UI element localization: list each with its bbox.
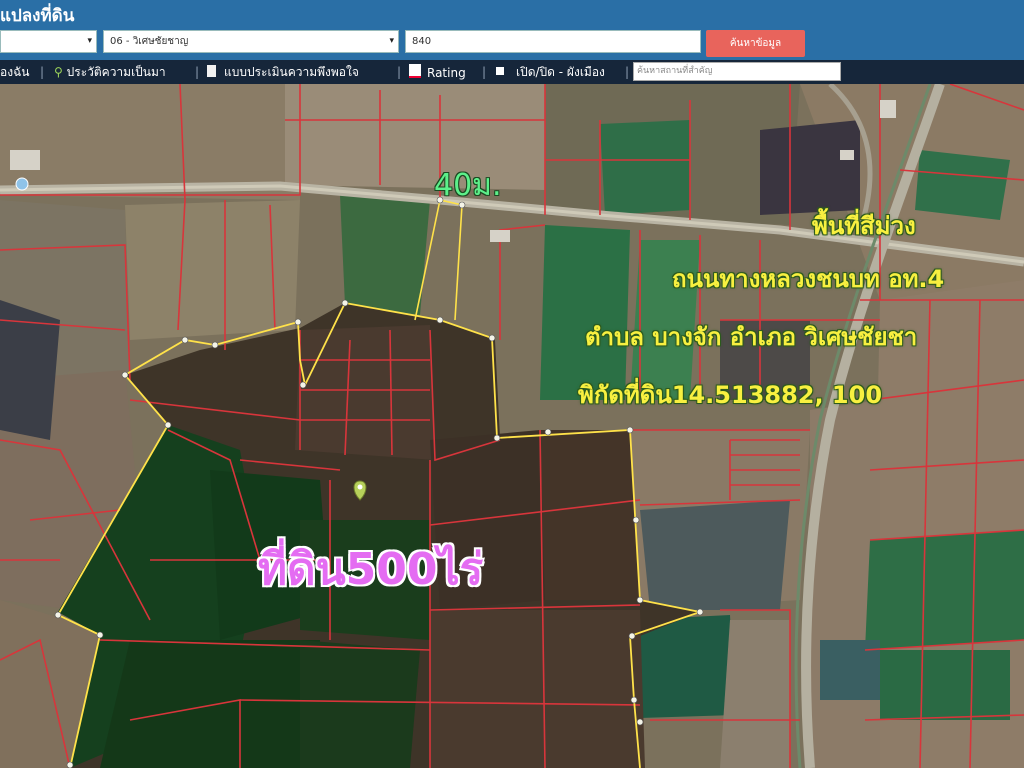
chart-icon (409, 64, 421, 78)
toolbar-divider: | (195, 65, 200, 79)
satellite-map (0, 84, 1024, 768)
toolbar-divider: | (482, 65, 487, 79)
toolbar-item-label: เปิด/ปิด - ผังเมือง (516, 65, 605, 79)
parcel-number-input[interactable]: 840 (405, 30, 701, 53)
search-button[interactable]: ค้นหาข้อมูล (706, 30, 805, 57)
toolbar-divider: | (625, 65, 630, 79)
map-view[interactable]: 40ม. พื้นที่สีม่วง ถนนทางหลวงชนบท อท.4 ต… (0, 84, 1024, 768)
info-line-area: พื้นที่สีม่วง (812, 212, 916, 240)
toolbar-item-label: แบบประเมินความพึงพอใจ (224, 65, 359, 79)
chevron-down-icon: ▾ (389, 36, 394, 46)
district-select[interactable]: ▾ (0, 30, 97, 53)
toolbar-divider: | (397, 65, 402, 79)
toolbar-item-survey[interactable]: แบบประเมินความพึงพอใจ (207, 64, 359, 80)
subdistrict-select-value: 06 - วิเศษชัยชาญ (110, 36, 189, 47)
document-icon (207, 65, 216, 77)
page-title: แปลงที่ดิน (0, 6, 75, 26)
toolbar-item-zoning-toggle[interactable]: เปิด/ปิด - ผังเมือง (496, 64, 605, 80)
info-line-coordinates: พิกัดที่ดิน14.513882, 100 (578, 381, 883, 409)
place-search-input[interactable]: ค้นหาสถานที่สำคัญ (633, 62, 841, 81)
toolbar-item-label: ประวัติความเป็นมา (66, 65, 166, 79)
chevron-down-icon: ▾ (87, 36, 92, 46)
info-line-road: ถนนทางหลวงชนบท อท.4 (672, 265, 945, 293)
app-header: แปลงที่ดิน ▾ 06 - วิเศษชัยชาญ ▾ 840 ค้นห… (0, 0, 1024, 60)
subdistrict-select[interactable]: 06 - วิเศษชัยชาญ ▾ (103, 30, 399, 53)
land-size-label: ที่ดิน500ไร่ (258, 544, 484, 595)
toolbar: องฉัน | ⚲ ประวัติความเป็นมา | แบบประเมิน… (0, 60, 1024, 84)
square-icon (496, 67, 504, 75)
tree-icon: ⚲ (54, 65, 63, 79)
toolbar-item-my[interactable]: องฉัน (0, 64, 29, 80)
map-poi-icon[interactable] (15, 177, 29, 191)
toolbar-divider: | (40, 65, 45, 79)
toolbar-item-history[interactable]: ⚲ ประวัติความเป็นมา (54, 64, 166, 80)
info-line-location: ตำบล บางจัก อำเภอ วิเศษชัยชา (585, 323, 918, 351)
parcel-number-value: 840 (412, 36, 432, 47)
toolbar-item-label: Rating (427, 66, 466, 80)
road-width-label: 40ม. (434, 168, 502, 203)
toolbar-item-rating[interactable]: Rating (409, 64, 466, 81)
